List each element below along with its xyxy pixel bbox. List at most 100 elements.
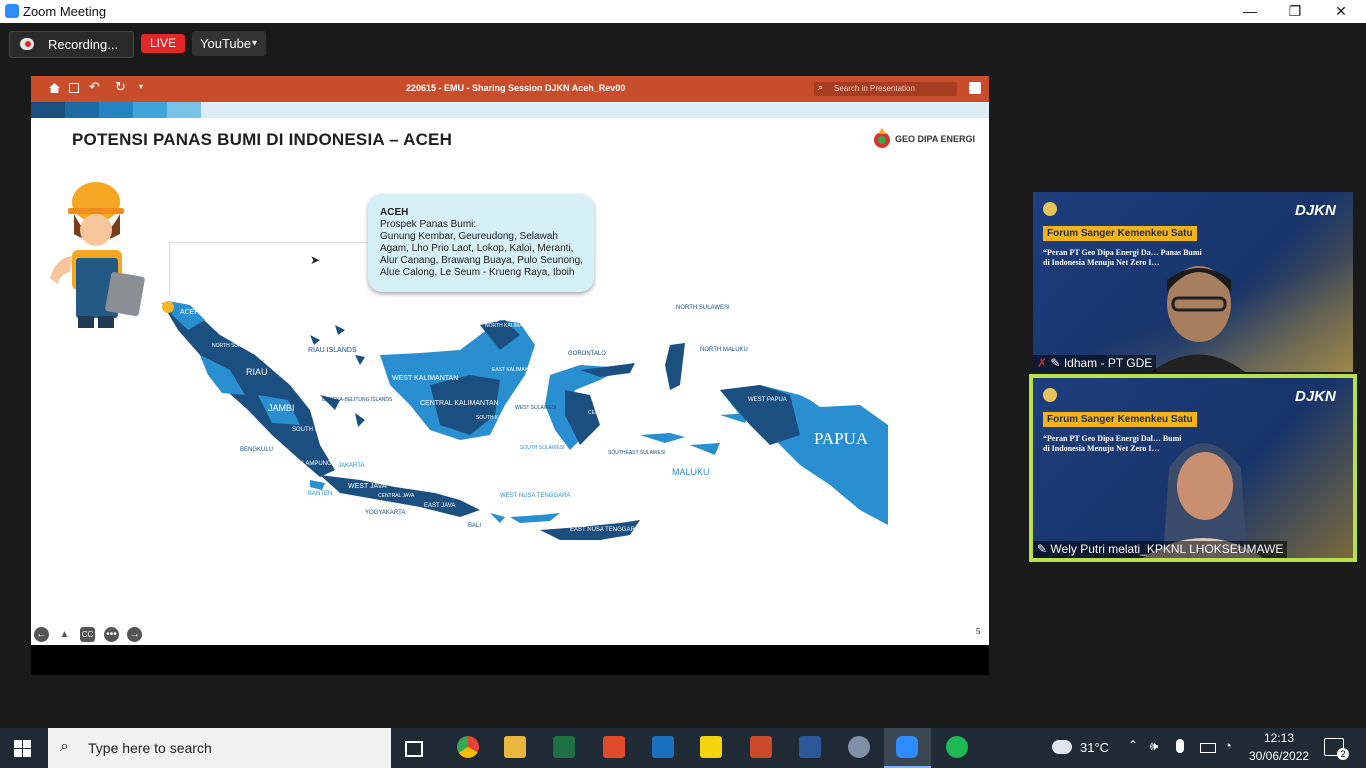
pointer-tool-icon[interactable]: ▲ [57, 627, 72, 642]
map-label: BALI [468, 523, 482, 529]
map-label: RIAU ISLANDS [308, 347, 357, 354]
live-badge[interactable]: LIVE [141, 34, 185, 53]
map-label: GORONTALO [568, 351, 606, 357]
brand-label: DJKN [1295, 202, 1336, 219]
participant-video [1143, 408, 1263, 558]
taskbar-search-placeholder: Type here to search [88, 740, 212, 756]
worker-illustration [42, 178, 147, 333]
map-label: NORTH MALUKU [700, 347, 748, 353]
callout-heading: ACEH [380, 207, 409, 218]
taskbar-time[interactable]: 12:13 [1264, 731, 1294, 745]
bubble-pointer-frame [169, 242, 370, 295]
stream-label: YouTube [200, 36, 252, 51]
spotify-icon[interactable] [946, 736, 968, 758]
search-icon: ⌕ [818, 82, 824, 92]
file-explorer-icon[interactable] [504, 736, 526, 758]
captions-button[interactable]: CC [80, 627, 95, 642]
participant-video [1151, 252, 1245, 372]
undo-icon[interactable]: ↶ [89, 79, 100, 95]
map-label: JAMBI [268, 403, 295, 413]
map-label: EAST JAVA [424, 503, 456, 509]
notification-count: 2 [1337, 748, 1349, 760]
slide-ribbon [31, 102, 989, 118]
zoom-icon [896, 736, 918, 758]
microphone-icon[interactable] [1176, 739, 1184, 753]
map-label: NORTH KALIMANTAN [485, 323, 536, 329]
aceh-callout: ACEH Prospek Panas Bumi: Gunung Kembar, … [368, 194, 594, 292]
close-button[interactable]: ✕ [1318, 0, 1364, 23]
map-label: BENGKULU [240, 447, 274, 453]
chevron-down-icon: ▾ [252, 38, 258, 49]
geo-dipa-logo-icon [873, 125, 891, 155]
previous-slide-button[interactable]: ← [34, 627, 49, 642]
ppt-search-box[interactable]: ⌕ Search in Presentation [814, 82, 957, 96]
map-label: SOUTH KALIMANTAN [476, 415, 527, 421]
record-dot-icon [25, 41, 31, 47]
excel-icon[interactable] [553, 736, 575, 758]
chevron-up-icon[interactable]: ⌃ [1128, 738, 1138, 752]
save-icon[interactable] [69, 83, 79, 93]
powerpoint-icon[interactable] [750, 736, 772, 758]
participant-name-bar: ✎ Wely Putri melati_KPKNL LHOKSEUMAWE [1033, 541, 1288, 558]
window-title: Zoom Meeting [23, 4, 107, 19]
zoom-logo-icon [5, 4, 19, 18]
chrome-icon[interactable] [457, 736, 479, 758]
map-label: BANGKA-BELITUNG ISLANDS [322, 397, 393, 403]
mouse-cursor-icon: ➤ [310, 253, 321, 267]
pin-icon: ✎ [1037, 542, 1048, 556]
map-label: WEST JAVA [348, 483, 387, 490]
map-label: WEST NUSA TENGGARA [500, 493, 571, 499]
callout-line: Agam, Lho Prio Laot, Lokop, Kaloi, Meran… [380, 243, 574, 254]
search-icon: ⌕ [60, 738, 69, 755]
minimize-button[interactable]: — [1227, 0, 1273, 23]
wifi-icon[interactable]: ◔ [1224, 738, 1232, 753]
kemenkeu-logo-icon [1043, 202, 1057, 216]
participant-name: Wely Putri melati_KPKNL LHOKSEUMAWE [1050, 542, 1284, 556]
security-icon[interactable] [652, 736, 674, 758]
task-view-icon[interactable] [405, 741, 423, 757]
logo-text: GEO DIPA ENERGI [895, 134, 976, 144]
speaker-icon[interactable]: 🕪 [1150, 738, 1158, 754]
map-label: CENTRAL KALIMANTAN [420, 400, 499, 407]
map-label: NORTH SULAWESI [676, 305, 730, 311]
next-slide-button[interactable]: → [127, 627, 142, 642]
snipping-tool-icon[interactable] [848, 736, 870, 758]
battery-icon[interactable] [1200, 743, 1216, 753]
windows-start-icon[interactable] [14, 740, 31, 757]
map-label: CENTRAL SULAWESI [588, 410, 639, 416]
taskbar-search-box[interactable]: ⌕ Type here to search [48, 728, 391, 768]
map-label: JAKARTA [338, 463, 365, 469]
weather-temperature[interactable]: 31°C [1080, 740, 1109, 755]
callout-line: Alur Canang, Brawang Buaya, Pulo Seunong… [380, 255, 583, 266]
more-options-button[interactable]: ••• [104, 627, 119, 642]
map-label: NORTH SUMATRA [212, 343, 256, 349]
recording-indicator[interactable]: Recording... [9, 31, 134, 58]
muted-mic-icon: ✗ [1037, 356, 1048, 370]
share-icon[interactable] [969, 82, 981, 94]
map-label: ACEH [180, 309, 200, 316]
map-label: SOUTH SUMATRA [292, 427, 344, 433]
acrobat-icon[interactable] [603, 736, 625, 758]
stream-dropdown[interactable]: YouTube ▾ [192, 31, 266, 56]
map-label: MALUKU [672, 467, 710, 477]
redo-icon[interactable]: ↻ [115, 79, 126, 95]
callout-line: Prospek Panas Bumi: [380, 219, 477, 230]
callout-line: Gunung Kembar, Geureudong, Selawah [380, 231, 558, 242]
active-speaker-tile[interactable]: DJKN Forum Sanger Kemenkeu Satu “Peran P… [1029, 374, 1357, 562]
customize-icon[interactable]: ▾ [139, 82, 143, 91]
zoom-taskbar-button[interactable] [884, 728, 931, 768]
callout-line: Alue Calong, Le Seum - Krueng Raya, Iboi… [380, 267, 575, 278]
ppt-filename: 220615 - EMU - Sharing Session DJKN Aceh… [406, 83, 626, 93]
participant-video-tile[interactable]: DJKN Forum Sanger Kemenkeu Satu “Peran P… [1033, 192, 1353, 372]
brand-label: DJKN [1295, 388, 1336, 405]
map-label: SOUTH SULAWESI [520, 445, 565, 451]
indonesia-map: ACEH NORTH SUMATRA RIAU RIAU ISLANDS JAM… [160, 295, 895, 560]
home-icon[interactable] [49, 83, 60, 93]
word-icon[interactable] [799, 736, 821, 758]
map-label: WEST KALIMANTAN [392, 375, 459, 382]
slide-page-number: 5 [976, 627, 981, 636]
taskbar-date[interactable]: 30/06/2022 [1249, 749, 1309, 763]
maximize-button[interactable]: ❐ [1272, 0, 1318, 23]
weather-cloud-icon[interactable] [1052, 740, 1072, 754]
sticky-notes-icon[interactable] [700, 736, 722, 758]
